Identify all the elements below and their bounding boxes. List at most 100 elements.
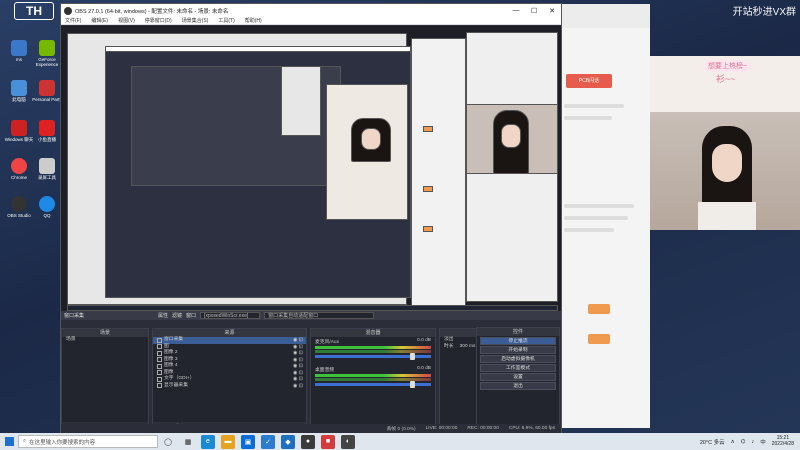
volume-slider[interactable] xyxy=(315,381,431,388)
source-toolbar: 窗口采集 属性 滤镜 窗口 [xposedWinScr.exe] 窗口采集自动适… xyxy=(61,311,561,320)
network-icon[interactable]: ⌬ xyxy=(741,439,746,445)
minimize-button[interactable]: — xyxy=(507,7,525,15)
start-button[interactable] xyxy=(0,433,18,450)
cam-banner-top: 想要上热榜~ xyxy=(704,60,752,72)
obs-preview[interactable] xyxy=(61,26,561,318)
close-button[interactable]: ✕ xyxy=(543,7,561,15)
image-icon xyxy=(157,350,162,356)
window-select[interactable]: [xposedWinScr.exe] xyxy=(200,312,261,319)
image-icon xyxy=(157,370,162,376)
dropped-frames: 丢帧 0 (0.0%) xyxy=(386,427,416,432)
menu-file[interactable]: 文件(F) xyxy=(65,17,81,24)
weather-widget[interactable]: 20°C 多云 xyxy=(700,438,725,446)
qq-icon xyxy=(39,196,55,212)
app-icon[interactable]: ■ xyxy=(321,434,335,449)
settings-button[interactable]: 设置 xyxy=(480,373,556,381)
obs-titlebar[interactable]: OBS 27.0.1 (64-bit, windows) - 配置文件: 未命名… xyxy=(61,4,561,17)
desktop-icon-this-pc[interactable]: 此电脑 xyxy=(4,80,34,103)
desktop-icon-personal-party[interactable]: Personal Party xyxy=(32,80,62,103)
search-placeholder: 在这里输入你要搜索的内容 xyxy=(29,439,96,446)
virtual-camera-button[interactable]: 启动虚拟摄像机 xyxy=(480,355,556,363)
start-recording-button[interactable]: 开始录制 xyxy=(480,346,556,354)
stop-streaming-button[interactable]: 停止推流 xyxy=(480,337,556,345)
menu-tools[interactable]: 工具(T) xyxy=(218,17,234,24)
menu-edit[interactable]: 编辑(E) xyxy=(91,17,108,24)
app-icon xyxy=(39,158,55,174)
controls-title: 控件 xyxy=(477,328,559,336)
app-icon[interactable]: ◆ xyxy=(281,434,295,449)
menu-help[interactable]: 帮助(H) xyxy=(245,17,262,24)
obs-logo-icon xyxy=(64,6,72,15)
scene-item[interactable]: 场景 xyxy=(62,337,148,344)
chat-line xyxy=(564,116,612,120)
store-icon[interactable]: ▣ xyxy=(241,434,255,449)
live-time: LIVE: 00:00:00 xyxy=(425,426,458,431)
chrome-icon xyxy=(11,158,27,174)
app-icon[interactable]: ◐ xyxy=(341,434,355,449)
desktop-icon-chrome[interactable]: Chrome xyxy=(4,158,34,181)
volume-icon[interactable]: ♪ xyxy=(751,439,754,445)
task-view-icon[interactable]: ◯ xyxy=(161,435,175,449)
desktop-icon-xiaoyu[interactable]: 小鱼直播 xyxy=(32,120,62,143)
image-icon xyxy=(157,344,162,350)
properties-button[interactable]: 属性 xyxy=(158,312,168,319)
monitor-icon xyxy=(157,383,162,389)
app-icon xyxy=(39,120,55,136)
desktop-icon-recorder[interactable]: 录屏工具 xyxy=(32,158,62,181)
menu-view[interactable]: 视图(V) xyxy=(118,17,135,24)
audio-meter xyxy=(315,346,431,349)
app-icon xyxy=(11,80,27,96)
desktop-icon-obs[interactable]: OBS Studio xyxy=(4,196,34,219)
desktop-icon-windows-chat[interactable]: Windows 聊天 xyxy=(4,120,34,143)
desktop-icon-qq[interactable]: QQ xyxy=(32,196,62,219)
volume-slider[interactable] xyxy=(315,353,431,360)
exit-button[interactable]: 退出 xyxy=(480,382,556,390)
watermark-text: 开站秒进VX群 xyxy=(732,7,796,18)
app-icon xyxy=(39,40,55,56)
pcb-button[interactable]: PCB闪话 xyxy=(566,74,612,88)
studio-mode-button[interactable]: 工作室模式 xyxy=(480,364,556,372)
scenes-title: 场景 xyxy=(62,329,148,337)
mixer-panel: 混音器 麦克风/Aux 0.0 dB 桌面音频 0.0 dB xyxy=(310,328,436,432)
system-tray: 20°C 多云 ∧ ⌬ ♪ 中 15:21 2022/4/28 xyxy=(700,435,800,448)
eye-icon[interactable]: ◉ ⊡ xyxy=(293,383,303,390)
webcam-image xyxy=(650,112,800,230)
chat-line xyxy=(564,228,614,232)
obs-icon xyxy=(11,196,27,212)
mail-icon[interactable]: ✓ xyxy=(261,434,275,449)
taskbar: ⌕ 在这里输入你要搜索的内容 ◯ ▦ e ▬ ▣ ✓ ◆ ● ■ ◐ 20°C … xyxy=(0,433,800,450)
maximize-button[interactable]: ☐ xyxy=(525,7,543,15)
app-icon xyxy=(11,40,27,56)
browser-topbar xyxy=(558,4,650,28)
app-icon xyxy=(39,80,55,96)
cam-banner: 想要上热榜~ 衫~~ xyxy=(692,60,792,88)
window-capture-label: 窗口采集 xyxy=(64,313,85,319)
taskbar-search[interactable]: ⌕ 在这里输入你要搜索的内容 xyxy=(18,435,158,448)
search-icon: ⌕ xyxy=(23,438,27,444)
menu-docks[interactable]: 停靠窗口(D) xyxy=(145,17,172,24)
windows-icon xyxy=(4,437,14,446)
background-browser-window[interactable]: PCB闪话 xyxy=(558,4,650,428)
scenes-panel: 场景 场景 +−∧∨ xyxy=(61,328,149,432)
image-icon xyxy=(157,363,162,369)
edge-icon[interactable]: e xyxy=(201,434,215,449)
chevron-up-icon[interactable]: ∧ xyxy=(731,439,735,445)
audio-meter xyxy=(315,374,431,377)
chat-line xyxy=(564,204,634,208)
file-explorer-icon[interactable]: ▬ xyxy=(221,434,235,449)
capture-method-select[interactable]: 窗口采集自动适配窗口 xyxy=(264,312,375,319)
clock[interactable]: 15:21 2022/4/28 xyxy=(772,435,794,448)
filters-button[interactable]: 滤镜 xyxy=(172,312,182,319)
desktop-icon-ms[interactable]: ms xyxy=(4,40,34,63)
desktop-icon-geforce[interactable]: GeForce Experience xyxy=(32,40,62,68)
image-icon xyxy=(157,357,162,363)
widgets-icon[interactable]: ▦ xyxy=(181,435,195,449)
source-item[interactable]: 显示器采集 ◉ ⊡ xyxy=(153,383,306,390)
chat-line xyxy=(564,216,628,220)
obs-taskbar-icon[interactable]: ● xyxy=(301,434,315,449)
app-icon xyxy=(11,120,27,136)
ime-indicator[interactable]: 中 xyxy=(760,438,766,446)
mixer-channel-desktop: 桌面音频 0.0 dB xyxy=(311,365,435,388)
orange-tag xyxy=(588,334,610,344)
menu-scene-collection[interactable]: 场景集合(S) xyxy=(182,17,209,24)
